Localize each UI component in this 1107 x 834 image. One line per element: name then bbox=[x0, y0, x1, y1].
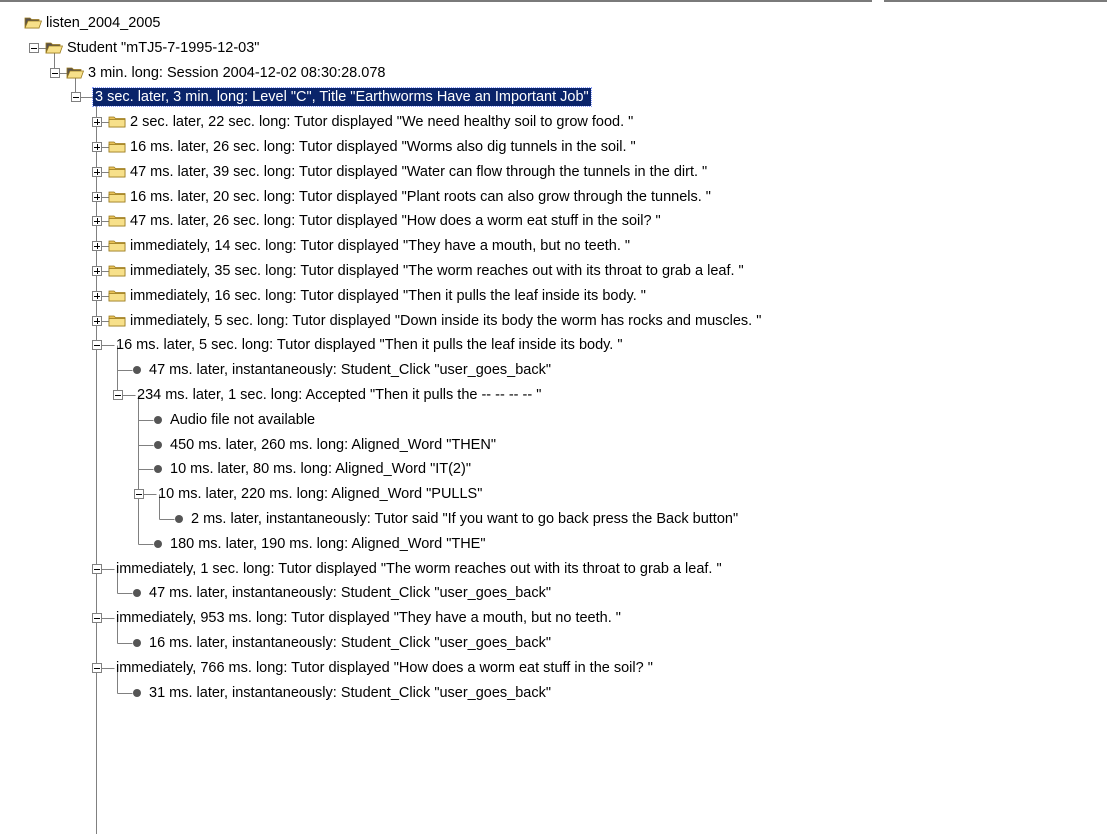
leaf-node-icon bbox=[133, 689, 141, 697]
tree-node-label[interactable]: immediately, 953 ms. long: Tutor display… bbox=[114, 609, 623, 627]
tree-node-label[interactable]: 16 ms. later, 26 sec. long: Tutor displa… bbox=[128, 138, 638, 156]
tree-node-label[interactable]: 234 ms. later, 1 sec. long: Accepted "Th… bbox=[135, 386, 543, 404]
folder-open-icon bbox=[45, 41, 64, 54]
tree-node-label[interactable]: listen_2004_2005 bbox=[44, 14, 163, 32]
collapse-toggle-icon[interactable] bbox=[92, 564, 102, 574]
tree-node[interactable]: 47 ms. later, 39 sec. long: Tutor displa… bbox=[0, 160, 1107, 184]
leaf-node-icon bbox=[154, 441, 162, 449]
leaf-node-icon bbox=[154, 416, 162, 424]
folder-open-icon bbox=[24, 16, 43, 29]
tree-node[interactable]: 31 ms. later, instantaneously: Student_C… bbox=[0, 681, 1107, 705]
tree-node[interactable]: 16 ms. later, 20 sec. long: Tutor displa… bbox=[0, 185, 1107, 209]
tree-node-label[interactable]: immediately, 14 sec. long: Tutor display… bbox=[128, 237, 632, 255]
tree-node[interactable]: 10 ms. later, 80 ms. long: Aligned_Word … bbox=[0, 457, 1107, 481]
tree-node[interactable]: 3 sec. later, 3 min. long: Level "C", Ti… bbox=[0, 85, 1107, 109]
tree-node-label[interactable]: 16 ms. later, 20 sec. long: Tutor displa… bbox=[128, 188, 713, 206]
tree-node-label[interactable]: 47 ms. later, 39 sec. long: Tutor displa… bbox=[128, 163, 709, 181]
collapse-toggle-icon[interactable] bbox=[92, 663, 102, 673]
tree-node[interactable]: immediately, 35 sec. long: Tutor display… bbox=[0, 259, 1107, 283]
tree-node[interactable]: 450 ms. later, 260 ms. long: Aligned_Wor… bbox=[0, 433, 1107, 457]
folder-closed-icon bbox=[108, 115, 126, 128]
tree-node-label[interactable]: immediately, 766 ms. long: Tutor display… bbox=[114, 659, 655, 677]
folder-closed-icon bbox=[108, 140, 126, 153]
folder-closed-icon bbox=[108, 264, 126, 277]
leaf-node-icon bbox=[133, 589, 141, 597]
tree-node-label[interactable]: 10 ms. later, 220 ms. long: Aligned_Word… bbox=[156, 485, 484, 503]
tree-node-label[interactable]: 450 ms. later, 260 ms. long: Aligned_Wor… bbox=[168, 436, 498, 454]
leaf-node-icon bbox=[133, 366, 141, 374]
tree-node[interactable]: immediately, 14 sec. long: Tutor display… bbox=[0, 234, 1107, 258]
folder-closed-icon bbox=[108, 190, 126, 203]
tree-node-label[interactable]: immediately, 5 sec. long: Tutor displaye… bbox=[128, 312, 763, 330]
tree-node[interactable]: immediately, 766 ms. long: Tutor display… bbox=[0, 656, 1107, 680]
expand-toggle-icon[interactable] bbox=[92, 241, 102, 251]
folder-closed-icon bbox=[108, 214, 126, 227]
collapse-toggle-icon[interactable] bbox=[71, 92, 81, 102]
expand-toggle-icon[interactable] bbox=[92, 117, 102, 127]
collapse-toggle-icon[interactable] bbox=[92, 340, 102, 350]
tree-node-label[interactable]: 3 min. long: Session 2004-12-02 08:30:28… bbox=[86, 64, 387, 82]
tree-node[interactable]: 16 ms. later, 26 sec. long: Tutor displa… bbox=[0, 135, 1107, 159]
collapse-toggle-icon[interactable] bbox=[92, 613, 102, 623]
tree-node-label[interactable]: 180 ms. later, 190 ms. long: Aligned_Wor… bbox=[168, 535, 488, 553]
tree-node[interactable]: Student "mTJ5-7-1995-12-03" bbox=[0, 36, 1107, 60]
session-tree-view[interactable]: listen_2004_2005 Student "mTJ5-7-1995-12-… bbox=[0, 0, 1107, 834]
tree-node-label[interactable]: 47 ms. later, instantaneously: Student_C… bbox=[147, 361, 553, 379]
collapse-toggle-icon[interactable] bbox=[29, 43, 39, 53]
tree-node-label[interactable]: 16 ms. later, instantaneously: Student_C… bbox=[147, 634, 553, 652]
expand-toggle-icon[interactable] bbox=[92, 142, 102, 152]
tree-node[interactable]: immediately, 953 ms. long: Tutor display… bbox=[0, 606, 1107, 630]
expand-toggle-icon[interactable] bbox=[92, 216, 102, 226]
folder-closed-icon bbox=[108, 239, 126, 252]
tree-node-label[interactable]: 10 ms. later, 80 ms. long: Aligned_Word … bbox=[168, 460, 473, 478]
leaf-node-icon bbox=[133, 639, 141, 647]
folder-closed-icon bbox=[108, 165, 126, 178]
expand-toggle-icon[interactable] bbox=[92, 291, 102, 301]
leaf-node-icon bbox=[175, 515, 183, 523]
expand-toggle-icon[interactable] bbox=[92, 316, 102, 326]
folder-open-icon bbox=[66, 66, 85, 79]
tree-node-label[interactable]: 2 ms. later, instantaneously: Tutor said… bbox=[189, 510, 740, 528]
tree-node-label[interactable]: immediately, 16 sec. long: Tutor display… bbox=[128, 287, 648, 305]
tree-node[interactable]: 3 min. long: Session 2004-12-02 08:30:28… bbox=[0, 61, 1107, 85]
leaf-node-icon bbox=[154, 540, 162, 548]
tree-node[interactable]: immediately, 1 sec. long: Tutor displaye… bbox=[0, 557, 1107, 581]
folder-closed-icon bbox=[108, 314, 126, 327]
tree-node[interactable]: 16 ms. later, instantaneously: Student_C… bbox=[0, 631, 1107, 655]
tree-node[interactable]: 2 sec. later, 22 sec. long: Tutor displa… bbox=[0, 110, 1107, 134]
tree-node-label[interactable]: 47 ms. later, instantaneously: Student_C… bbox=[147, 584, 553, 602]
tree-node[interactable]: 234 ms. later, 1 sec. long: Accepted "Th… bbox=[0, 383, 1107, 407]
tree-node[interactable]: 47 ms. later, 26 sec. long: Tutor displa… bbox=[0, 209, 1107, 233]
tree-node[interactable]: 47 ms. later, instantaneously: Student_C… bbox=[0, 358, 1107, 382]
tree-node-label[interactable]: Student "mTJ5-7-1995-12-03" bbox=[65, 39, 261, 57]
collapse-toggle-icon[interactable] bbox=[134, 489, 144, 499]
tree-node[interactable]: 16 ms. later, 5 sec. long: Tutor display… bbox=[0, 333, 1107, 357]
tree-node-label[interactable]: Audio file not available bbox=[168, 411, 317, 429]
expand-toggle-icon[interactable] bbox=[92, 192, 102, 202]
folder-closed-icon bbox=[108, 289, 126, 302]
expand-toggle-icon[interactable] bbox=[92, 266, 102, 276]
tree-node-label[interactable]: 16 ms. later, 5 sec. long: Tutor display… bbox=[114, 336, 625, 354]
tree-node-label-selected[interactable]: 3 sec. later, 3 min. long: Level "C", Ti… bbox=[92, 87, 592, 107]
tree-node[interactable]: 2 ms. later, instantaneously: Tutor said… bbox=[0, 507, 1107, 531]
tree-node[interactable]: immediately, 5 sec. long: Tutor displaye… bbox=[0, 309, 1107, 333]
tree-root-node[interactable]: listen_2004_2005 bbox=[0, 11, 1107, 35]
tree-node-label[interactable]: immediately, 1 sec. long: Tutor displaye… bbox=[114, 560, 724, 578]
collapse-toggle-icon[interactable] bbox=[50, 68, 60, 78]
tree-node-label[interactable]: 47 ms. later, 26 sec. long: Tutor displa… bbox=[128, 212, 663, 230]
tree-node[interactable]: 10 ms. later, 220 ms. long: Aligned_Word… bbox=[0, 482, 1107, 506]
tree-node-label[interactable]: 2 sec. later, 22 sec. long: Tutor displa… bbox=[128, 113, 635, 131]
collapse-toggle-icon[interactable] bbox=[113, 390, 123, 400]
tree-node[interactable]: immediately, 16 sec. long: Tutor display… bbox=[0, 284, 1107, 308]
tree-node[interactable]: 180 ms. later, 190 ms. long: Aligned_Wor… bbox=[0, 532, 1107, 556]
tree-node[interactable]: Audio file not available bbox=[0, 408, 1107, 432]
tree-node-label[interactable]: immediately, 35 sec. long: Tutor display… bbox=[128, 262, 746, 280]
tree-node[interactable]: 47 ms. later, instantaneously: Student_C… bbox=[0, 581, 1107, 605]
tree-node-label[interactable]: 31 ms. later, instantaneously: Student_C… bbox=[147, 684, 553, 702]
leaf-node-icon bbox=[154, 465, 162, 473]
expand-toggle-icon[interactable] bbox=[92, 167, 102, 177]
